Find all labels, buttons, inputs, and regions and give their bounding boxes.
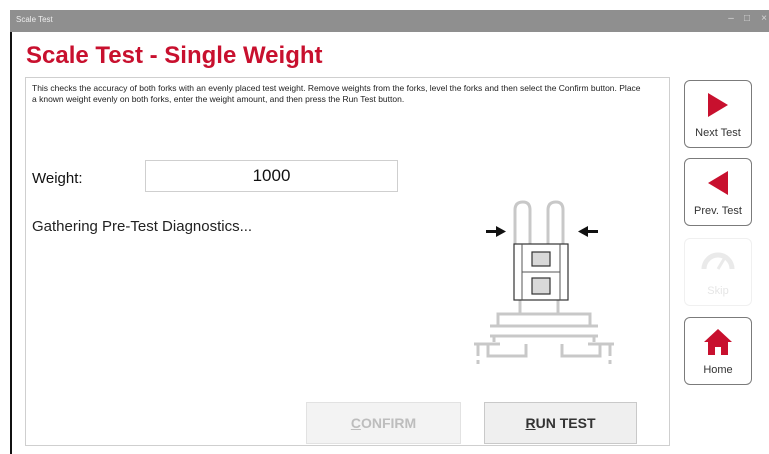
close-button[interactable]: ×: [758, 13, 769, 24]
forklift-forks-illustration: [474, 200, 614, 364]
status-text: Gathering Pre-Test Diagnostics...: [32, 218, 253, 235]
home-icon: [704, 329, 732, 355]
skip-button[interactable]: Skip: [684, 238, 752, 306]
run-test-button-label: UN TEST: [535, 415, 596, 431]
prev-test-label: Prev. Test: [694, 205, 742, 217]
home-label: Home: [703, 364, 733, 376]
next-test-button[interactable]: Next Test: [684, 80, 752, 148]
maximize-button[interactable]: □: [741, 13, 753, 24]
home-button[interactable]: Home: [684, 317, 752, 385]
run-test-button[interactable]: RUN TEST: [484, 402, 637, 444]
app-window: Scale Test – □ × Scale Test - Single Wei…: [0, 0, 769, 454]
window-frame: [10, 32, 12, 454]
skip-label: Skip: [707, 285, 729, 297]
weight-input[interactable]: [145, 160, 398, 192]
instructions-text: This checks the accuracy of both forks w…: [32, 83, 641, 104]
gauge-icon: [701, 252, 735, 270]
weight-label: Weight:: [32, 170, 83, 187]
confirm-button[interactable]: CONFIRM: [306, 402, 461, 444]
arrow-right-icon: [708, 93, 728, 117]
window-title: Scale Test: [16, 15, 53, 24]
title-bar: Scale Test – □ ×: [10, 10, 769, 32]
minimize-button[interactable]: –: [725, 13, 737, 24]
prev-test-button[interactable]: Prev. Test: [684, 158, 752, 226]
run-test-button-accelerator: R: [525, 415, 536, 431]
confirm-button-accelerator: C: [350, 415, 361, 431]
next-test-label: Next Test: [695, 127, 741, 139]
confirm-button-label: ONFIRM: [360, 415, 417, 431]
arrow-left-icon: [708, 171, 728, 195]
page-title: Scale Test - Single Weight: [26, 42, 323, 69]
